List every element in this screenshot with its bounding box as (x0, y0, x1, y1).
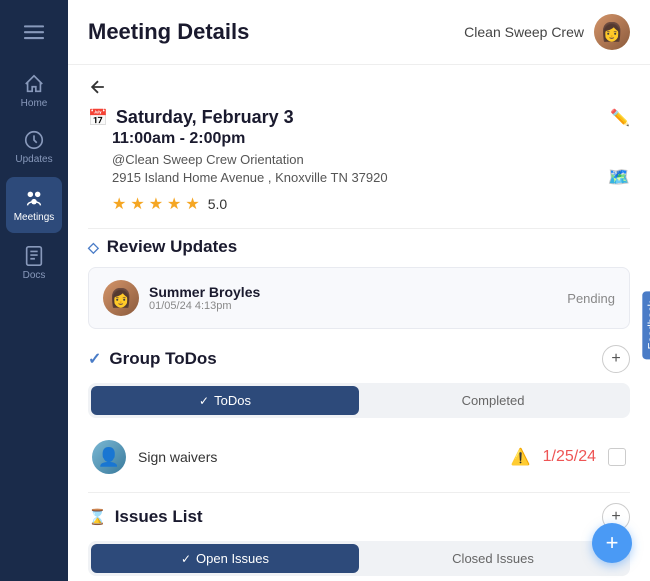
rating-value: 5.0 (208, 196, 227, 212)
star-3: ★ (149, 194, 163, 214)
header: Meeting Details Clean Sweep Crew 👩 (68, 0, 650, 65)
star-2: ★ (130, 194, 144, 214)
review-user-avatar: 👩 (103, 280, 139, 316)
sidebar-item-meetings[interactable]: Meetings (6, 177, 62, 233)
meeting-address: 2915 Island Home Avenue , Knoxville TN 3… (112, 167, 630, 188)
sidebar: Home Updates Meetings Docs (0, 0, 68, 581)
star-4: ★ (167, 194, 181, 214)
calendar-icon: 📅 (88, 108, 108, 128)
meeting-time: 11:00am - 2:00pm (112, 130, 630, 148)
sidebar-item-docs[interactable]: Docs (0, 235, 68, 291)
diamond-icon: ◇ (88, 239, 99, 256)
sidebar-docs-label: Docs (23, 270, 46, 281)
sidebar-home-label: Home (21, 98, 48, 109)
review-user-date: 01/05/24 4:13pm (149, 300, 260, 312)
review-user: 👩 Summer Broyles 01/05/24 4:13pm (103, 280, 260, 316)
meeting-location: @Clean Sweep Crew Orientation (112, 152, 630, 167)
page-title: Meeting Details (88, 19, 249, 45)
todo-date: 1/25/24 (543, 448, 596, 466)
header-right: Clean Sweep Crew 👩 (464, 14, 630, 50)
review-user-name: Summer Broyles (149, 284, 260, 300)
sidebar-updates-label: Updates (15, 154, 52, 165)
tab-closed-issues[interactable]: Closed Issues (359, 544, 627, 573)
issues-tabs: ✓ Open Issues Closed Issues (88, 541, 630, 576)
todo-item: 👤 Sign waivers ⚠️ 1/25/24 (88, 432, 630, 482)
review-updates-header: ◇ Review Updates (88, 237, 630, 257)
crew-name: Clean Sweep Crew (464, 24, 584, 40)
hourglass-icon: ⌛ (88, 508, 107, 526)
group-todos-title: ✓ Group ToDos (88, 349, 217, 369)
back-button[interactable] (88, 77, 108, 97)
issues-title: ⌛ Issues List (88, 507, 203, 527)
content-area: 📅 Saturday, February 3 ✏️ 11:00am - 2:00… (68, 65, 650, 581)
add-todo-button[interactable]: + (602, 345, 630, 373)
review-updates-title: ◇ Review Updates (88, 237, 237, 257)
edit-icon[interactable]: ✏️ (610, 108, 630, 128)
rating-row: ★ ★ ★ ★ ★ 5.0 (112, 194, 630, 214)
sidebar-item-home[interactable]: Home (0, 63, 68, 119)
tab-open-issues[interactable]: ✓ Open Issues (91, 544, 359, 573)
star-5: ★ (185, 194, 199, 214)
meeting-date: 📅 Saturday, February 3 ✏️ (88, 107, 630, 128)
map-icon[interactable]: 🗺️ (608, 167, 630, 188)
issues-section: ⌛ Issues List + ✓ Open Issues Closed Iss… (88, 503, 630, 581)
user-avatar[interactable]: 👩 (594, 14, 630, 50)
check-icon: ✓ (88, 349, 101, 369)
todo-checkbox[interactable] (608, 448, 626, 466)
sidebar-item-updates[interactable]: Updates (0, 119, 68, 175)
tab-check-icon: ✓ (199, 394, 209, 408)
review-card: 👩 Summer Broyles 01/05/24 4:13pm Pending (88, 267, 630, 329)
menu-icon[interactable] (14, 12, 54, 57)
pending-badge: Pending (567, 291, 615, 306)
group-todos-header: ✓ Group ToDos + (88, 345, 630, 373)
review-user-info: Summer Broyles 01/05/24 4:13pm (149, 284, 260, 312)
todo-alert-icon: ⚠️ (511, 447, 531, 467)
todo-user-avatar: 👤 (92, 440, 126, 474)
sidebar-meetings-label: Meetings (14, 212, 55, 223)
feedback-tab[interactable]: Feedback (642, 291, 650, 359)
fab-button[interactable]: + (592, 523, 632, 563)
main-content: Meeting Details Clean Sweep Crew 👩 📅 Sat… (68, 0, 650, 581)
tab-open-check-icon: ✓ (181, 552, 191, 566)
todos-tabs: ✓ ToDos Completed (88, 383, 630, 418)
star-1: ★ (112, 194, 126, 214)
tab-completed[interactable]: Completed (359, 386, 627, 415)
todo-text: Sign waivers (138, 449, 499, 465)
tab-todos[interactable]: ✓ ToDos (91, 386, 359, 415)
issues-header: ⌛ Issues List + (88, 503, 630, 531)
